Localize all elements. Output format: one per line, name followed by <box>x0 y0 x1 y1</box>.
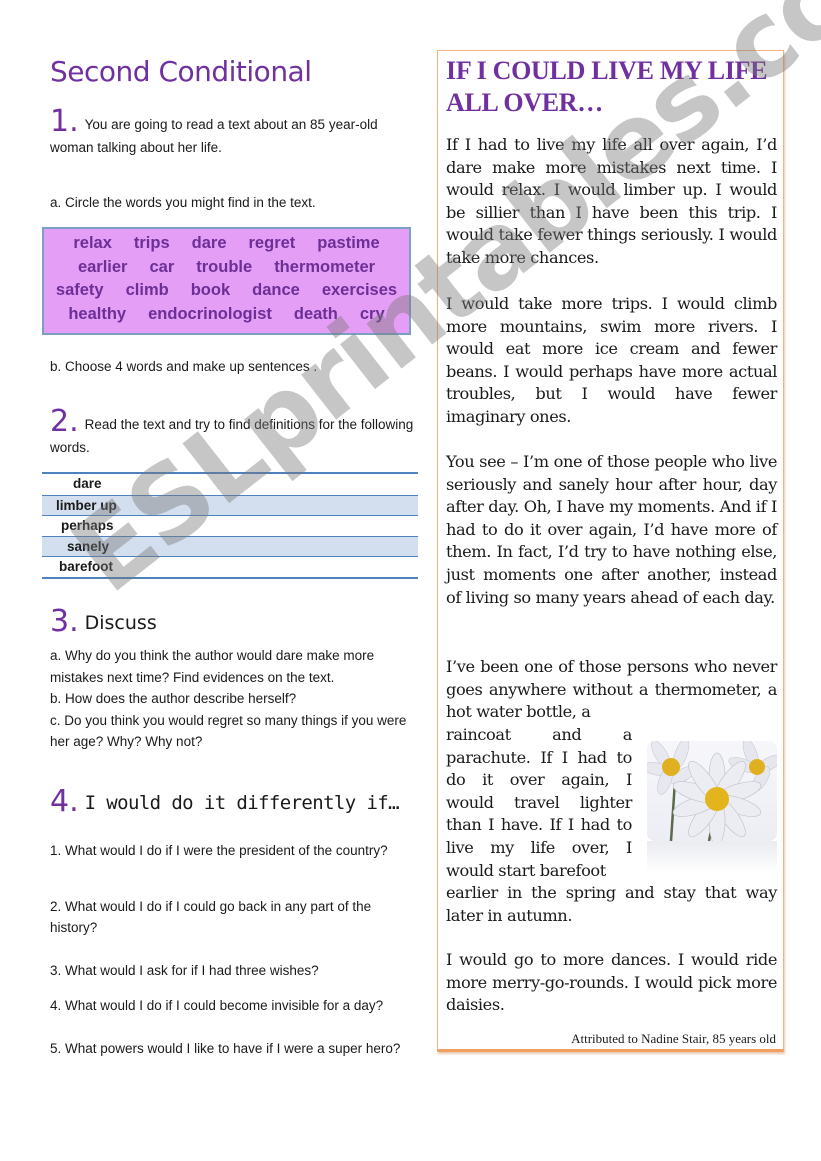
discussion-questions: a. Why do you think the author would dar… <box>50 645 418 753</box>
definition-word: limber up <box>56 497 117 513</box>
section-1-text: You are going to read a text about an 85… <box>50 117 378 155</box>
reading-paragraph: If I had to live my life all over again,… <box>446 135 777 267</box>
reading-title: IF I COULD LIVE MY LIFE ALL OVER… <box>446 56 768 117</box>
question: 3. What would I ask for if I had three w… <box>50 963 319 978</box>
question: c. Do you think you would regret so many… <box>50 712 407 750</box>
section-number: 1. <box>50 104 79 139</box>
table-row[interactable]: limber up <box>42 494 418 515</box>
question: 2. What would I do if I could go back in… <box>50 899 372 935</box>
section-heading: Discuss <box>84 612 157 634</box>
definition-word: barefoot <box>59 559 113 574</box>
word[interactable]: endocrinologist <box>148 303 272 327</box>
word[interactable]: dare <box>192 232 227 256</box>
reading-paragraph: You see – I’m one of those people who li… <box>446 452 777 607</box>
word[interactable]: cry <box>360 303 385 327</box>
word[interactable]: car <box>149 256 174 280</box>
section-number: 4. <box>50 784 79 819</box>
daisy-illustration <box>647 741 777 841</box>
reading-paragraph: I would go to more dances. I would ride … <box>446 950 777 1015</box>
reading-paragraph: I’ve been one of those persons who never… <box>446 657 777 722</box>
definition-word: perhaps <box>61 518 114 533</box>
worksheet-title: Second Conditional <box>50 55 312 88</box>
section-4: 4. I would do it differently if… 1. What … <box>50 784 418 1056</box>
word[interactable]: climb <box>126 279 169 303</box>
word[interactable]: safety <box>56 279 104 303</box>
word[interactable]: trips <box>134 232 170 256</box>
section-2-text: Read the text and try to find definition… <box>50 417 414 455</box>
question: 1. What would I do if I were the preside… <box>50 843 388 858</box>
question: 4. What would I do if I could become inv… <box>50 998 384 1013</box>
reading-text-box: IF I COULD LIVE MY LIFE ALL OVER… If I h… <box>437 50 784 1052</box>
reading-paragraph: I would take more trips. I would climb m… <box>446 294 777 426</box>
word[interactable]: regret <box>249 232 296 256</box>
word-row: relax trips dare regret pastime <box>44 232 409 256</box>
word[interactable]: relax <box>73 232 112 256</box>
section-number: 3. <box>50 604 79 639</box>
attribution: Attributed to Nadine Stair, 85 years old <box>571 1031 776 1046</box>
word[interactable]: death <box>294 303 338 327</box>
definitions-table: dare limber up perhaps sanely barefoot <box>42 472 418 579</box>
task-a: a. Circle the words you might find in th… <box>50 195 316 210</box>
section-1-intro: 1. You are going to read a text about an … <box>50 107 418 159</box>
word-row: earlier car trouble thermometer <box>44 256 409 280</box>
question: 5. What powers would I like to have if I… <box>50 1041 401 1056</box>
word[interactable]: pastime <box>317 232 379 256</box>
question: b. How does the author describe herself? <box>50 691 297 706</box>
word-box: relax trips dare regret pastime earlier … <box>42 227 411 335</box>
task-b: b. Choose 4 words and make up sentences … <box>50 359 318 374</box>
word-row: safety climb book dance exercises <box>44 279 409 303</box>
section-3: 3. Discuss a. Why do you think the author… <box>50 604 418 753</box>
word[interactable]: thermometer <box>274 256 375 280</box>
daisy-image <box>647 741 777 841</box>
section-2-intro: 2. Read the text and try to find definiti… <box>50 407 418 459</box>
table-row[interactable]: barefoot <box>42 556 418 577</box>
word[interactable]: healthy <box>68 303 126 327</box>
section-number: 2. <box>50 404 79 439</box>
definition-word: dare <box>73 476 102 491</box>
reading-paragraph: earlier in the spring and stay that way … <box>446 883 777 925</box>
table-row[interactable]: perhaps <box>42 515 418 536</box>
reading-paragraph: raincoat and a parachute. If I had to do… <box>446 725 632 880</box>
daisy-reflection <box>647 841 777 873</box>
word[interactable]: exercises <box>322 279 397 303</box>
section-heading: I would do it differently if… <box>84 792 400 814</box>
word[interactable]: dance <box>252 279 300 303</box>
question: a. Why do you think the author would dar… <box>50 648 375 685</box>
word[interactable]: earlier <box>78 256 128 280</box>
worksheet-column: Second Conditional 1. You are going to re… <box>42 52 418 1056</box>
word[interactable]: book <box>191 279 230 303</box>
word[interactable]: trouble <box>196 256 252 280</box>
definition-word: sanely <box>67 538 110 554</box>
table-row[interactable]: dare <box>42 474 418 495</box>
table-row[interactable]: sanely <box>42 535 418 556</box>
word-row: healthy endocrinologist death cry <box>44 303 409 327</box>
